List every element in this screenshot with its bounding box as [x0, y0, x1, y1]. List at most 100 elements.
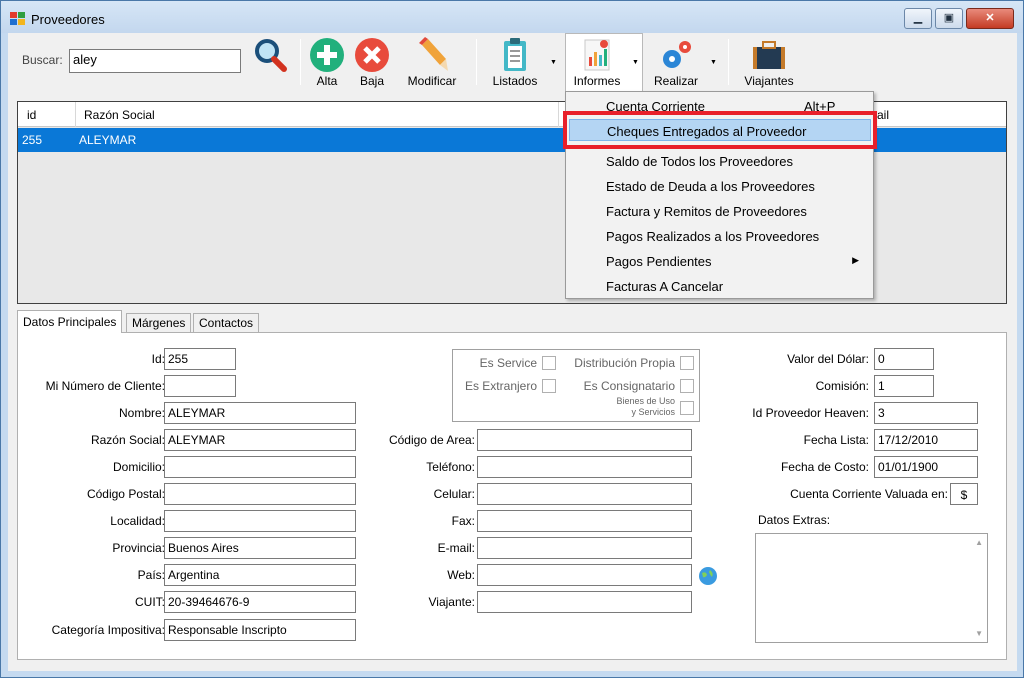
baja-label: Baja: [359, 74, 385, 88]
menu-item-pagos-realizados[interactable]: Pagos Realizados a los Proveedores: [569, 225, 871, 247]
telefono-field[interactable]: [477, 456, 692, 478]
provincia-label: Provincia:: [112, 541, 165, 555]
razon-social-field[interactable]: ALEYMAR: [164, 429, 356, 451]
submenu-arrow-icon: ▶: [852, 255, 859, 265]
cta-cte-valuada-label: Cuenta Corriente Valuada en:: [790, 487, 948, 501]
menu-item-saldo-todos[interactable]: Saldo de Todos los Proveedores: [569, 150, 871, 172]
listados-button[interactable]: Listados: [486, 35, 544, 91]
cuit-field[interactable]: 20-39464676-9: [164, 591, 356, 613]
es-consignatario-label: Es Consignatario: [583, 379, 675, 393]
cta-cte-valuada-field[interactable]: $: [950, 483, 978, 505]
listados-dropdown-arrow[interactable]: ▼: [550, 59, 557, 66]
fax-field[interactable]: [477, 510, 692, 532]
minimize-button[interactable]: ▁: [904, 8, 932, 29]
viajantes-button[interactable]: Viajantes: [736, 35, 802, 91]
datos-extras-textarea[interactable]: ▲ ▼: [755, 533, 988, 643]
col-email-header[interactable]: ail: [877, 108, 889, 122]
web-label: Web:: [447, 568, 475, 582]
web-field[interactable]: [477, 564, 692, 586]
es-service-checkbox[interactable]: [542, 356, 556, 370]
email-field[interactable]: [477, 537, 692, 559]
codigo-area-field[interactable]: [477, 429, 692, 451]
distribucion-propia-checkbox[interactable]: [680, 356, 694, 370]
report-chart-icon: [584, 39, 610, 71]
distribucion-propia-label: Distribución Propia: [574, 356, 675, 370]
highlight-annotation-frame: [563, 111, 877, 149]
search-button[interactable]: [248, 35, 292, 91]
tab-datos-principales[interactable]: Datos Principales: [17, 310, 123, 333]
menu-item-estado-deuda[interactable]: Estado de Deuda a los Proveedores: [569, 175, 871, 197]
celular-label: Celular:: [433, 487, 475, 501]
es-extranjero-checkbox[interactable]: [542, 379, 556, 393]
options-group: Es Service Es Extranjero Distribución Pr…: [452, 349, 700, 422]
mi-numero-field[interactable]: [164, 375, 236, 397]
baja-button[interactable]: Baja: [351, 35, 393, 91]
bienes-uso-checkbox[interactable]: [680, 401, 694, 415]
x-circle-icon: [355, 38, 389, 72]
id-field[interactable]: 255: [164, 348, 236, 370]
viajante-label: Viajante:: [428, 595, 475, 609]
menu-item-pagos-pendientes[interactable]: Pagos Pendientes ▶: [569, 250, 871, 272]
domicilio-label: Domicilio:: [112, 460, 165, 474]
telefono-label: Teléfono:: [426, 460, 475, 474]
title-bar[interactable]: Proveedores ▁ ▣ ✕: [1, 1, 1023, 33]
menu-item-label: Estado de Deuda a los Proveedores: [606, 179, 815, 194]
clipboard-icon: [504, 38, 526, 71]
scroll-down-arrow-icon[interactable]: ▼: [975, 629, 983, 638]
provincia-field[interactable]: Buenos Aires: [164, 537, 356, 559]
alta-label: Alta: [316, 74, 338, 88]
domicilio-field[interactable]: [164, 456, 356, 478]
viajante-field[interactable]: [477, 591, 692, 613]
toolbar: Buscar: aley Alta Baja Modificar Listado…: [8, 33, 1017, 93]
categoria-field[interactable]: Responsable Inscripto: [164, 619, 356, 641]
valor-dolar-field[interactable]: 0: [874, 348, 934, 370]
alta-button[interactable]: Alta: [306, 35, 348, 91]
realizar-label: Realizar: [653, 74, 698, 88]
row-id: 255: [22, 133, 43, 147]
modificar-button[interactable]: Modificar: [400, 35, 464, 91]
fecha-lista-field[interactable]: 17/12/2010: [874, 429, 978, 451]
search-input[interactable]: aley: [69, 49, 241, 73]
comision-field[interactable]: 1: [874, 375, 934, 397]
tab-margenes[interactable]: Márgenes: [126, 313, 192, 332]
viajantes-label: Viajantes: [744, 74, 794, 88]
localidad-field[interactable]: [164, 510, 356, 532]
codigo-postal-field[interactable]: [164, 483, 356, 505]
maximize-button[interactable]: ▣: [935, 8, 963, 29]
globe-icon[interactable]: [698, 566, 718, 586]
tab-contactos[interactable]: Contactos: [193, 313, 260, 332]
categoria-label: Categoría Impositiva:: [51, 623, 165, 637]
row-razon-social: ALEYMAR: [79, 133, 137, 147]
menu-item-label: Pagos Pendientes: [606, 254, 712, 269]
id-heaven-label: Id Proveedor Heaven:: [752, 406, 869, 420]
scroll-up-arrow-icon[interactable]: ▲: [975, 538, 983, 547]
menu-item-facturas-cancelar[interactable]: Facturas A Cancelar: [569, 275, 871, 297]
menu-item-factura-remitos[interactable]: Factura y Remitos de Proveedores: [569, 200, 871, 222]
es-extranjero-label: Es Extranjero: [464, 379, 537, 393]
nombre-field[interactable]: ALEYMAR: [164, 402, 356, 424]
listados-label: Listados: [492, 74, 538, 88]
bienes-uso-label-line1: Bienes de Uso: [616, 396, 675, 406]
col-id-header[interactable]: id: [27, 108, 36, 122]
pais-label: País:: [137, 568, 165, 582]
briefcase-icon: [753, 41, 785, 69]
codigo-postal-label: Código Postal:: [86, 487, 165, 501]
col-razon-social-header[interactable]: Razón Social: [84, 108, 155, 122]
es-service-label: Es Service: [479, 356, 537, 370]
celular-field[interactable]: [477, 483, 692, 505]
informes-button[interactable]: Informes: [566, 35, 628, 91]
email-label: E-mail:: [437, 541, 475, 555]
app-icon: [10, 12, 26, 25]
close-button[interactable]: ✕: [966, 8, 1014, 29]
informes-label: Informes: [573, 74, 621, 88]
modificar-label: Modificar: [407, 74, 457, 88]
id-heaven-field[interactable]: 3: [874, 402, 978, 424]
pais-field[interactable]: Argentina: [164, 564, 356, 586]
realizar-dropdown-arrow[interactable]: ▼: [710, 59, 717, 66]
proveedores-window: Proveedores ▁ ▣ ✕ Buscar: aley Alta Baja…: [0, 0, 1024, 678]
fecha-costo-field[interactable]: 01/01/1900: [874, 456, 978, 478]
realizar-button[interactable]: Realizar: [648, 35, 704, 91]
informes-dropdown-arrow[interactable]: ▼: [632, 59, 639, 66]
es-consignatario-checkbox[interactable]: [680, 379, 694, 393]
datos-principales-panel: Id: 255 Mi Número de Cliente: Nombre: AL…: [17, 332, 1007, 660]
